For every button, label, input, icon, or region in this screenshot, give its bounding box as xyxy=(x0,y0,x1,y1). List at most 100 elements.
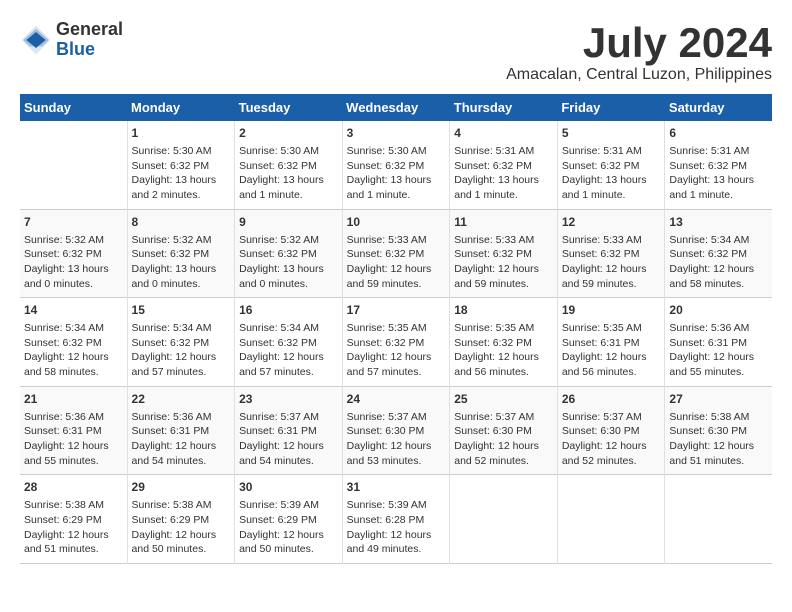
day-info-line: and 53 minutes. xyxy=(347,454,446,469)
day-info-line: Daylight: 12 hours xyxy=(239,528,338,543)
calendar-cell: 28Sunrise: 5:38 AMSunset: 6:29 PMDayligh… xyxy=(20,475,127,564)
day-info-line: and 1 minute. xyxy=(347,188,446,203)
calendar-cell xyxy=(20,121,127,209)
calendar-cell: 18Sunrise: 5:35 AMSunset: 6:32 PMDayligh… xyxy=(450,298,558,387)
day-info-line: Sunrise: 5:30 AM xyxy=(239,144,338,159)
day-number: 20 xyxy=(669,302,768,319)
calendar-cell: 27Sunrise: 5:38 AMSunset: 6:30 PMDayligh… xyxy=(665,386,772,475)
day-info-line: and 57 minutes. xyxy=(347,365,446,380)
day-number: 16 xyxy=(239,302,338,319)
calendar-cell: 8Sunrise: 5:32 AMSunset: 6:32 PMDaylight… xyxy=(127,209,235,298)
calendar-cell: 26Sunrise: 5:37 AMSunset: 6:30 PMDayligh… xyxy=(557,386,665,475)
day-number: 9 xyxy=(239,214,338,231)
day-info-line: Daylight: 13 hours xyxy=(347,173,446,188)
day-info-line: Sunset: 6:31 PM xyxy=(669,336,768,351)
day-info-line: Sunset: 6:32 PM xyxy=(132,247,231,262)
calendar-cell: 13Sunrise: 5:34 AMSunset: 6:32 PMDayligh… xyxy=(665,209,772,298)
calendar-cell: 21Sunrise: 5:36 AMSunset: 6:31 PMDayligh… xyxy=(20,386,127,475)
day-info-line: and 0 minutes. xyxy=(24,277,123,292)
day-number: 18 xyxy=(454,302,553,319)
day-number: 17 xyxy=(347,302,446,319)
calendar-cell: 5Sunrise: 5:31 AMSunset: 6:32 PMDaylight… xyxy=(557,121,665,209)
calendar-week-2: 7Sunrise: 5:32 AMSunset: 6:32 PMDaylight… xyxy=(20,209,772,298)
calendar-cell: 7Sunrise: 5:32 AMSunset: 6:32 PMDaylight… xyxy=(20,209,127,298)
day-info-line: Daylight: 12 hours xyxy=(562,262,661,277)
logo: General Blue xyxy=(20,20,123,60)
day-info-line: and 58 minutes. xyxy=(669,277,768,292)
day-info-line: and 0 minutes. xyxy=(239,277,338,292)
day-info-line: Sunset: 6:29 PM xyxy=(24,513,123,528)
day-info-line: Daylight: 12 hours xyxy=(239,439,338,454)
day-info-line: and 2 minutes. xyxy=(132,188,231,203)
col-header-tuesday: Tuesday xyxy=(235,94,343,121)
day-info-line: Daylight: 13 hours xyxy=(132,262,231,277)
day-info-line: Sunset: 6:32 PM xyxy=(562,247,661,262)
col-header-monday: Monday xyxy=(127,94,235,121)
day-info-line: and 59 minutes. xyxy=(347,277,446,292)
day-number: 7 xyxy=(24,214,123,231)
day-info-line: and 1 minute. xyxy=(239,188,338,203)
calendar-cell: 9Sunrise: 5:32 AMSunset: 6:32 PMDaylight… xyxy=(235,209,343,298)
day-number: 5 xyxy=(562,125,661,142)
day-info-line: Sunrise: 5:30 AM xyxy=(132,144,231,159)
day-info-line: Sunset: 6:28 PM xyxy=(347,513,446,528)
day-info-line: and 56 minutes. xyxy=(454,365,553,380)
calendar-cell: 22Sunrise: 5:36 AMSunset: 6:31 PMDayligh… xyxy=(127,386,235,475)
day-info-line: and 0 minutes. xyxy=(132,277,231,292)
day-info-line: Daylight: 13 hours xyxy=(454,173,553,188)
day-info-line: Sunrise: 5:35 AM xyxy=(454,321,553,336)
day-info-line: Daylight: 12 hours xyxy=(239,350,338,365)
day-info-line: Sunrise: 5:38 AM xyxy=(669,410,768,425)
col-header-friday: Friday xyxy=(557,94,665,121)
day-info-line: and 52 minutes. xyxy=(454,454,553,469)
calendar-cell: 25Sunrise: 5:37 AMSunset: 6:30 PMDayligh… xyxy=(450,386,558,475)
day-info-line: Sunrise: 5:34 AM xyxy=(669,233,768,248)
day-info-line: Daylight: 12 hours xyxy=(347,528,446,543)
day-info-line: and 57 minutes. xyxy=(132,365,231,380)
calendar-cell: 24Sunrise: 5:37 AMSunset: 6:30 PMDayligh… xyxy=(342,386,450,475)
calendar-cell: 17Sunrise: 5:35 AMSunset: 6:32 PMDayligh… xyxy=(342,298,450,387)
day-info-line: Sunrise: 5:37 AM xyxy=(454,410,553,425)
day-info-line: Sunrise: 5:38 AM xyxy=(132,498,231,513)
day-info-line: and 55 minutes. xyxy=(669,365,768,380)
day-info-line: and 50 minutes. xyxy=(239,542,338,557)
day-number: 30 xyxy=(239,479,338,496)
day-info-line: Daylight: 12 hours xyxy=(347,439,446,454)
logo-icon xyxy=(20,24,52,56)
day-number: 6 xyxy=(669,125,768,142)
day-number: 23 xyxy=(239,391,338,408)
day-info-line: Sunrise: 5:32 AM xyxy=(132,233,231,248)
day-info-line: Daylight: 12 hours xyxy=(132,528,231,543)
day-info-line: Sunset: 6:31 PM xyxy=(24,424,123,439)
day-info-line: Daylight: 12 hours xyxy=(454,350,553,365)
title-block: July 2024 Amacalan, Central Luzon, Phili… xyxy=(506,20,772,84)
day-info-line: Daylight: 12 hours xyxy=(669,439,768,454)
calendar-cell: 29Sunrise: 5:38 AMSunset: 6:29 PMDayligh… xyxy=(127,475,235,564)
col-header-saturday: Saturday xyxy=(665,94,772,121)
day-info-line: Sunrise: 5:35 AM xyxy=(562,321,661,336)
col-header-sunday: Sunday xyxy=(20,94,127,121)
day-info-line: Sunset: 6:32 PM xyxy=(24,247,123,262)
col-header-thursday: Thursday xyxy=(450,94,558,121)
day-info-line: and 1 minute. xyxy=(669,188,768,203)
logo-blue-text: Blue xyxy=(56,40,123,60)
calendar-table: SundayMondayTuesdayWednesdayThursdayFrid… xyxy=(20,94,772,564)
day-info-line: Sunset: 6:30 PM xyxy=(347,424,446,439)
day-info-line: and 1 minute. xyxy=(562,188,661,203)
day-info-line: Sunset: 6:32 PM xyxy=(562,159,661,174)
day-info-line: Sunrise: 5:37 AM xyxy=(562,410,661,425)
day-info-line: and 57 minutes. xyxy=(239,365,338,380)
day-info-line: Daylight: 12 hours xyxy=(24,528,123,543)
day-info-line: Sunrise: 5:33 AM xyxy=(347,233,446,248)
day-info-line: Daylight: 12 hours xyxy=(132,439,231,454)
calendar-cell: 30Sunrise: 5:39 AMSunset: 6:29 PMDayligh… xyxy=(235,475,343,564)
day-info-line: Sunset: 6:32 PM xyxy=(347,247,446,262)
day-info-line: Sunset: 6:32 PM xyxy=(239,159,338,174)
day-info-line: Sunrise: 5:36 AM xyxy=(669,321,768,336)
day-info-line: and 55 minutes. xyxy=(24,454,123,469)
day-info-line: Sunset: 6:29 PM xyxy=(132,513,231,528)
subtitle: Amacalan, Central Luzon, Philippines xyxy=(506,66,772,84)
calendar-cell: 16Sunrise: 5:34 AMSunset: 6:32 PMDayligh… xyxy=(235,298,343,387)
col-header-wednesday: Wednesday xyxy=(342,94,450,121)
day-number: 19 xyxy=(562,302,661,319)
